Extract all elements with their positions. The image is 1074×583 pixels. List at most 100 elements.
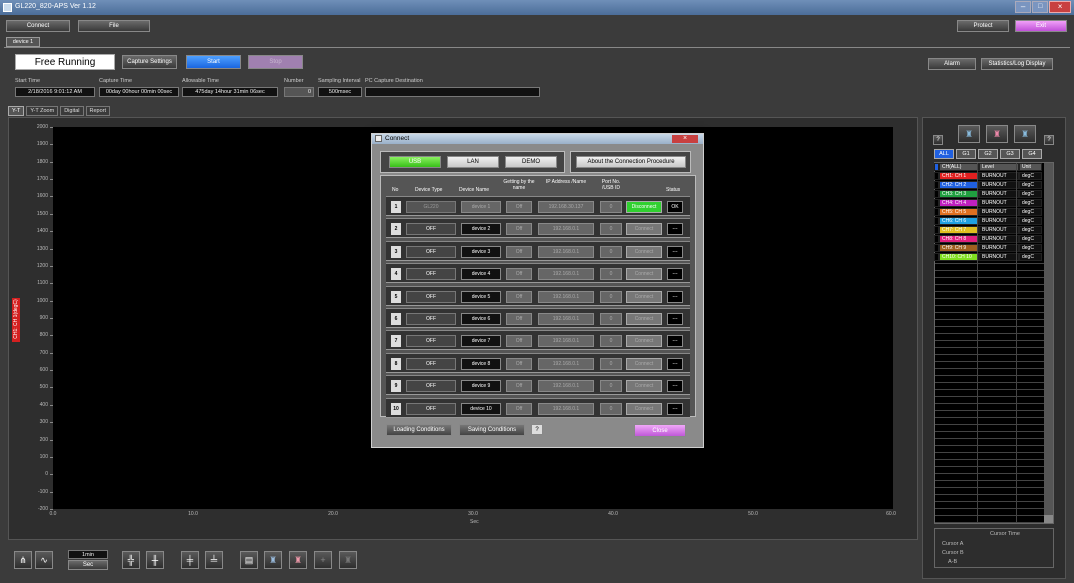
saving-conditions-button[interactable]: Saving Conditions	[459, 424, 525, 436]
ip-address-field[interactable]: 192.168.0.1	[538, 402, 594, 415]
channel-row[interactable]: CH8: CH 8 BURNOUT degC	[934, 235, 1042, 243]
device-type-select[interactable]: GL220	[406, 201, 456, 213]
port-field[interactable]: 0	[600, 223, 622, 236]
device-name-field[interactable]: device 7	[461, 335, 501, 348]
connect-button[interactable]: Connect	[626, 223, 662, 236]
device-type-select[interactable]: OFF	[406, 223, 456, 236]
port-field[interactable]: 0	[600, 245, 622, 258]
device-name-field[interactable]: device 4	[461, 268, 501, 281]
ip-address-field[interactable]: 192.168.0.1	[538, 380, 594, 393]
connect-button[interactable]: Connect	[626, 245, 662, 258]
port-field[interactable]: 0	[600, 313, 622, 325]
ip-address-field[interactable]: 192.168.0.1	[538, 357, 594, 370]
demo-tab[interactable]: DEMO	[505, 156, 557, 168]
channel-row[interactable]: CH1: CH 1 BURNOUT degC	[934, 172, 1042, 180]
lan-tab[interactable]: LAN	[447, 156, 499, 168]
close-button[interactable]: ×	[1049, 1, 1072, 13]
getting-by-name-toggle[interactable]: Off	[506, 245, 532, 258]
port-field[interactable]: 0	[600, 380, 622, 393]
device-name-field[interactable]: device 6	[461, 313, 501, 325]
device-name-field[interactable]: device 3	[461, 245, 501, 258]
channel-row[interactable]: CH3: CH 3 BURNOUT degC	[934, 190, 1042, 198]
ip-address-field[interactable]: 192.168.30.137	[538, 201, 594, 213]
help-icon[interactable]: ?	[531, 424, 543, 435]
timebase-value[interactable]: 1min	[68, 550, 108, 559]
device-type-select[interactable]: OFF	[406, 380, 456, 393]
waveform-shrink-icon[interactable]: ⋔	[14, 551, 32, 569]
getting-by-name-toggle[interactable]: Off	[506, 268, 532, 281]
device-type-select[interactable]: OFF	[406, 290, 456, 303]
port-field[interactable]: 0	[600, 290, 622, 303]
about-connection-button[interactable]: About the Connection Procedure	[576, 156, 686, 168]
port-field[interactable]: 0	[600, 201, 622, 213]
device-alarm-icon[interactable]: ♜	[289, 551, 307, 569]
statistics-log-button[interactable]: Statistics/Log Display	[981, 58, 1053, 70]
timebase-unit-select[interactable]: Sec	[68, 560, 108, 570]
device-type-select[interactable]: OFF	[406, 245, 456, 258]
alarm-button[interactable]: Alarm	[928, 58, 976, 70]
group-tab-g1[interactable]: G1	[956, 149, 976, 159]
device-name-field[interactable]: device 10	[461, 402, 501, 415]
connect-button[interactable]: Connect	[6, 20, 70, 32]
group-tab-g4[interactable]: G4	[1022, 149, 1042, 159]
device-name-field[interactable]: device 9	[461, 380, 501, 393]
cursor-a-icon[interactable]: ╬	[122, 551, 140, 569]
getting-by-name-toggle[interactable]: Off	[506, 335, 532, 348]
ip-address-field[interactable]: 192.168.0.1	[538, 268, 594, 281]
cursor-range-icon[interactable]: ╧	[205, 551, 223, 569]
device-type-select[interactable]: OFF	[406, 335, 456, 348]
connect-button[interactable]: Connect	[626, 380, 662, 393]
dialog-close-button[interactable]: Close	[634, 424, 686, 437]
connect-button[interactable]: Connect	[626, 290, 662, 303]
help-right-icon[interactable]: ?	[1044, 135, 1054, 145]
device-type-select[interactable]: OFF	[406, 313, 456, 325]
device-type-select[interactable]: OFF	[406, 357, 456, 370]
protect-button[interactable]: Protect	[957, 20, 1009, 32]
port-field[interactable]: 0	[600, 357, 622, 370]
device-name-field[interactable]: device 8	[461, 357, 501, 370]
getting-by-name-toggle[interactable]: Off	[506, 201, 532, 213]
tab-report[interactable]: Report	[85, 106, 111, 116]
connect-button[interactable]: Connect	[626, 335, 662, 348]
stop-button[interactable]: Stop	[248, 55, 303, 69]
capture-settings-button[interactable]: Capture Settings	[122, 55, 177, 69]
channel-row[interactable]: CH2: CH 2 BURNOUT degC	[934, 181, 1042, 189]
help-left-icon[interactable]: ?	[933, 135, 943, 145]
tab-yt-zoom[interactable]: Y-T Zoom	[26, 106, 59, 116]
disconnect-button[interactable]: Disconnect	[626, 201, 662, 213]
device-name-field[interactable]: device 1	[461, 201, 501, 213]
device-icon[interactable]: ♜	[264, 551, 282, 569]
channel-row[interactable]: CH4: CH 4 BURNOUT degC	[934, 199, 1042, 207]
channel-row[interactable]: CH10: CH 10 BURNOUT degC	[934, 253, 1042, 261]
port-field[interactable]: 0	[600, 402, 622, 415]
connect-button[interactable]: Connect	[626, 313, 662, 325]
device-name-field[interactable]: device 2	[461, 223, 501, 236]
usb-tab[interactable]: USB	[389, 156, 441, 168]
minimize-button[interactable]: –	[1015, 1, 1032, 13]
start-button[interactable]: Start	[186, 55, 241, 69]
exit-button[interactable]: Exit	[1015, 20, 1067, 32]
getting-by-name-toggle[interactable]: Off	[506, 380, 532, 393]
ip-address-field[interactable]: 192.168.0.1	[538, 335, 594, 348]
file-menu-button[interactable]: File	[78, 20, 150, 32]
multi-device-icon[interactable]: ♜	[1014, 125, 1036, 143]
connect-button[interactable]: Connect	[626, 268, 662, 281]
port-field[interactable]: 0	[600, 268, 622, 281]
connect-button[interactable]: Connect	[626, 357, 662, 370]
channel-list-scrollbar[interactable]	[1044, 163, 1053, 523]
split-screen-icon[interactable]: ▤	[240, 551, 258, 569]
loading-conditions-button[interactable]: Loading Conditions	[386, 424, 452, 436]
getting-by-name-toggle[interactable]: Off	[506, 313, 532, 325]
device-alarm-view-icon[interactable]: ♜	[986, 125, 1008, 143]
getting-by-name-toggle[interactable]: Off	[506, 223, 532, 236]
device-type-select[interactable]: OFF	[406, 402, 456, 415]
port-field[interactable]: 0	[600, 335, 622, 348]
getting-by-name-toggle[interactable]: Off	[506, 402, 532, 415]
getting-by-name-toggle[interactable]: Off	[506, 357, 532, 370]
group-tab-g2[interactable]: G2	[978, 149, 998, 159]
dialog-close-icon[interactable]: ×	[672, 135, 698, 143]
tab-yt[interactable]: Y-T	[8, 106, 25, 116]
channel-row[interactable]: CH7: CH 7 BURNOUT degC	[934, 226, 1042, 234]
ip-address-field[interactable]: 192.168.0.1	[538, 313, 594, 325]
device-type-select[interactable]: OFF	[406, 268, 456, 281]
